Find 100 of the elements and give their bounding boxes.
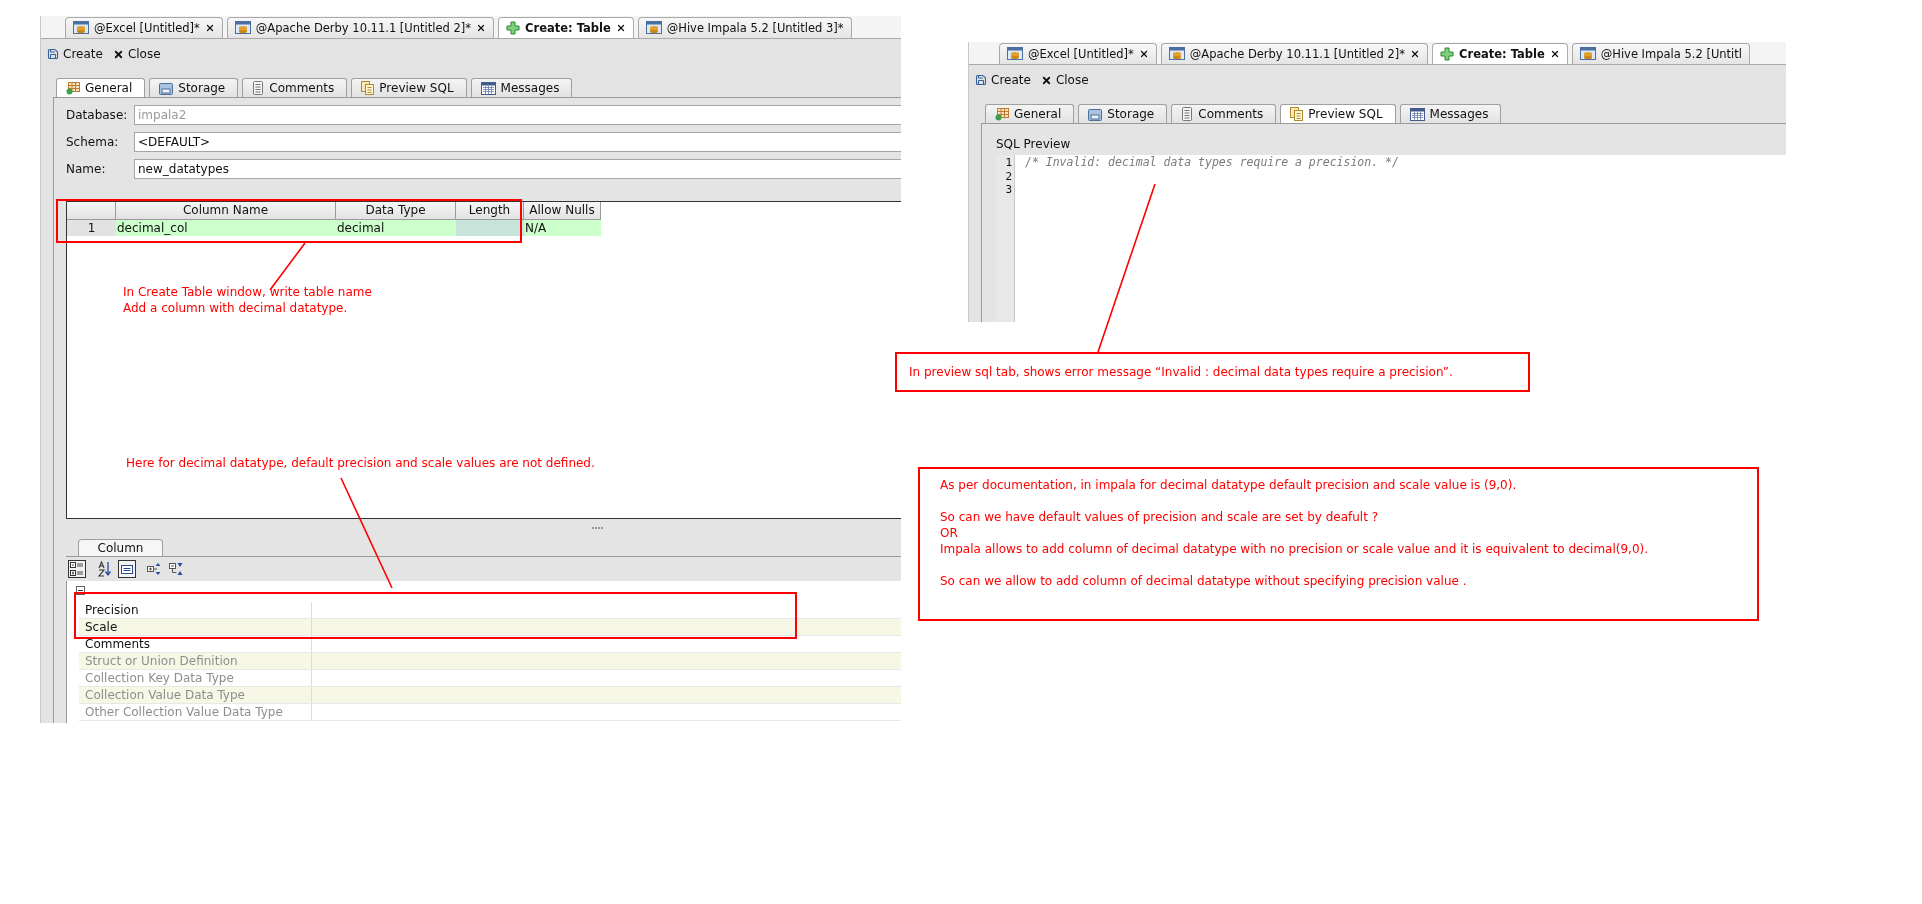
section-label: SQL Preview — [996, 136, 1072, 153]
code-line: /* Invalid: decimal data types require a precision. */ — [1024, 155, 1399, 170]
tab-label: Comments — [1198, 107, 1264, 121]
close-icon[interactable] — [476, 23, 487, 33]
field-label: Schema: — [66, 135, 120, 149]
toolbar-button[interactable] — [68, 560, 86, 578]
save-icon — [47, 48, 59, 60]
save-icon — [975, 74, 987, 86]
property-label: Scale — [79, 619, 312, 635]
line-number: 1 — [1004, 156, 1013, 170]
tab-label: Comments — [269, 81, 335, 95]
field-label: Name: — [66, 162, 107, 176]
editor-tab[interactable]: Comments — [242, 78, 348, 97]
editor-tab[interactable]: Messages — [1399, 104, 1502, 123]
toolbar-button[interactable] — [118, 560, 136, 578]
document-tab[interactable]: @Hive Impala 5.2 [Untitled 3]* — [637, 17, 852, 38]
database-icon — [1579, 47, 1596, 61]
category-view-icon — [70, 562, 84, 576]
card-icon — [121, 564, 133, 574]
create-button[interactable]: Create — [975, 73, 1031, 87]
property-label: Struct or Union Definition — [79, 653, 312, 669]
annotation-text: Impala allows to add column of decimal datatype with no precision or scale value and it is equivalent to decimal(9,0). — [940, 541, 1650, 557]
close-button[interactable]: Close — [1040, 73, 1089, 87]
tab-label: Preview SQL — [1308, 107, 1383, 121]
property-label: Collection Value Data Type — [79, 687, 312, 703]
document-tab[interactable]: Create: Table — [498, 17, 634, 38]
table-cell[interactable] — [456, 220, 524, 236]
database-icon — [234, 21, 251, 35]
corner-header — [67, 202, 116, 220]
column-header[interactable]: Column Name — [116, 202, 336, 220]
property-label: Other Collection Value Data Type — [79, 704, 312, 720]
database-icon — [645, 21, 662, 35]
editor-tab[interactable]: General — [56, 78, 146, 97]
sort-alpha-icon — [98, 561, 112, 577]
document-tab[interactable]: @Apache Derby 10.11.1 [Untitled 2]* — [226, 17, 495, 38]
panel-tab[interactable]: Column — [78, 539, 163, 556]
toolbar-button[interactable] — [96, 560, 114, 578]
calendar-icon — [1409, 107, 1425, 121]
create-button[interactable]: Create — [47, 47, 103, 61]
tab-label: Storage — [1107, 107, 1155, 121]
tab-label: General — [85, 81, 133, 95]
tab-label: @Excel [Untitled]* — [1028, 47, 1134, 61]
editor-tab[interactable]: Preview SQL — [351, 78, 467, 97]
document-tab[interactable]: @Apache Derby 10.11.1 [Untitled 2]* — [1160, 43, 1429, 64]
close-icon[interactable] — [1138, 49, 1149, 59]
scroll-icon — [252, 81, 265, 95]
editor-tab[interactable]: Preview SQL — [1280, 104, 1396, 123]
line-number: 3 — [1004, 183, 1013, 197]
close-icon — [1040, 74, 1052, 86]
table-cell[interactable]: N/A — [524, 220, 601, 236]
editor-tab[interactable]: Storage — [149, 78, 239, 97]
annotation-text: Here for decimal datatype, default precision and scale values are not defined. — [126, 455, 595, 471]
close-icon[interactable] — [1549, 49, 1560, 59]
editor-tab[interactable]: Comments — [1171, 104, 1277, 123]
close-icon[interactable] — [615, 23, 626, 33]
collapse-icon — [169, 562, 185, 576]
property-label: Comments — [79, 636, 312, 652]
tab-label: General — [1014, 107, 1062, 121]
collapse-marker-icon[interactable] — [76, 586, 85, 595]
plus-icon — [506, 21, 521, 35]
document-tab[interactable]: @Excel [Untitled]* — [65, 17, 223, 38]
calendar-icon — [480, 81, 496, 95]
annotation-text: So can we allow to add column of decimal datatype without specifying precision value . — [940, 573, 1468, 589]
table-cell[interactable]: decimal — [336, 220, 456, 236]
column-header[interactable]: Allow Nulls — [524, 202, 601, 220]
close-icon[interactable] — [1410, 49, 1421, 59]
document-icon — [1290, 107, 1304, 121]
database-icon — [1168, 47, 1185, 61]
editor-tab[interactable]: Messages — [470, 78, 573, 97]
table-icon — [995, 107, 1009, 121]
property-label: Precision — [79, 602, 312, 618]
text-field[interactable]: new_datatypes — [134, 159, 901, 179]
tab-label: Storage — [178, 81, 226, 95]
scroll-icon — [1181, 107, 1194, 121]
code-editor[interactable]: 1 2 3 /* Invalid: decimal data types require a precision. */ — [996, 155, 1786, 322]
database-icon — [73, 21, 89, 35]
editor-tab[interactable]: Storage — [1078, 104, 1168, 123]
editor-tab[interactable]: General — [985, 104, 1075, 123]
document-tab[interactable]: @Hive Impala 5.2 [Untitl — [1571, 43, 1750, 64]
property-label: Collection Key Data Type — [79, 670, 312, 686]
column-header[interactable]: Data Type — [336, 202, 456, 220]
document-tab[interactable]: Create: Table — [1432, 43, 1568, 64]
grip-icon[interactable] — [592, 527, 604, 530]
tab-label: @Apache Derby 10.11.1 [Untitled 2]* — [1189, 47, 1406, 61]
tab-label: @Hive Impala 5.2 [Untitl — [1600, 47, 1742, 61]
document-tab[interactable]: @Excel [Untitled]* — [999, 43, 1157, 64]
annotation-text: As per documentation, in impala for decimal datatype default precision and scale value is (9,0). — [940, 477, 1518, 493]
tab-label: @Hive Impala 5.2 [Untitled 3]* — [666, 21, 844, 35]
tab-label: Create: Table — [1459, 47, 1545, 61]
text-field[interactable]: <DEFAULT> — [134, 132, 901, 152]
close-icon[interactable] — [204, 23, 215, 33]
tab-label: Messages — [1429, 107, 1489, 121]
plus-icon — [1440, 47, 1455, 61]
column-header[interactable]: Length — [456, 202, 524, 220]
close-icon — [112, 48, 124, 60]
annotation-text: Add a column with decimal datatype. — [123, 300, 349, 316]
annotation-text: So can we have default values of precision and scale are set by deafult ? — [940, 509, 1380, 525]
table-cell[interactable]: decimal_col — [116, 220, 336, 236]
close-button[interactable]: Close — [112, 47, 161, 61]
annotation-text: In Create Table window, write table name — [123, 284, 372, 300]
